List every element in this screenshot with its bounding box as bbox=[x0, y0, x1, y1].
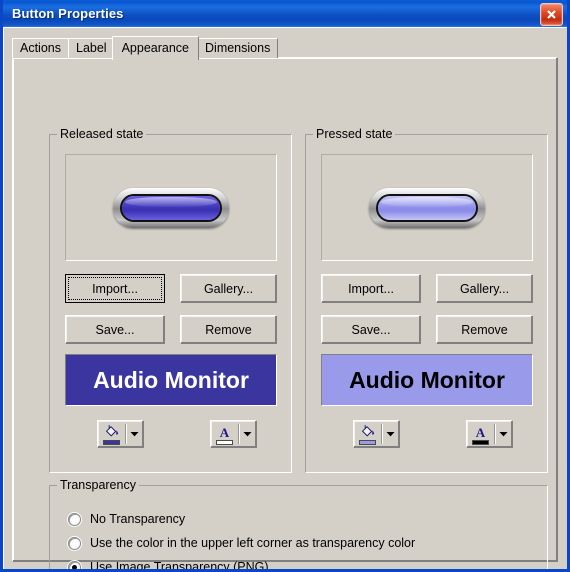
released-pill-inner bbox=[120, 193, 222, 222]
font-color-a-icon[interactable]: A bbox=[211, 421, 238, 447]
tab-actions[interactable]: Actions bbox=[12, 38, 69, 58]
paint-bucket-icon[interactable] bbox=[354, 421, 381, 447]
released-fill-swatch bbox=[103, 440, 120, 445]
released-save-label: Save... bbox=[95, 322, 135, 337]
pressed-sample-preview: Audio Monitor bbox=[321, 354, 533, 406]
pressed-text-swatch bbox=[472, 439, 489, 445]
pressed-gallery-button[interactable]: Gallery... bbox=[436, 274, 533, 303]
pressed-save-button[interactable]: Save... bbox=[321, 315, 421, 344]
radio-icon[interactable] bbox=[68, 536, 81, 550]
pressed-pill-gloss bbox=[380, 196, 474, 208]
group-transparency-title: Transparency bbox=[57, 478, 139, 492]
pressed-import-label: Import... bbox=[348, 281, 394, 296]
pressed-fill-swatch bbox=[359, 440, 376, 445]
tab-page-appearance: Released state Import... Gallery... Save… bbox=[12, 57, 558, 569]
chevron-down-icon[interactable] bbox=[239, 421, 256, 447]
tab-label[interactable]: Label bbox=[68, 38, 115, 58]
radio-no-transparency[interactable]: No Transparency bbox=[68, 512, 185, 526]
radio-icon[interactable] bbox=[68, 512, 81, 526]
button-properties-window: Button Properties Actions Label Appearan… bbox=[0, 0, 570, 572]
chevron-down-icon[interactable] bbox=[495, 421, 512, 447]
released-remove-label: Remove bbox=[205, 322, 252, 337]
pressed-import-button[interactable]: Import... bbox=[321, 274, 421, 303]
tab-appearance[interactable]: Appearance bbox=[111, 36, 200, 60]
released-fill-color-button[interactable] bbox=[97, 420, 144, 448]
title-bar[interactable]: Button Properties bbox=[3, 0, 567, 28]
released-import-button[interactable]: Import... bbox=[65, 274, 165, 303]
paint-bucket-icon[interactable] bbox=[98, 421, 125, 447]
pressed-fill-color-button[interactable] bbox=[353, 420, 400, 448]
released-pill-gloss bbox=[124, 196, 218, 208]
released-preview-box[interactable] bbox=[65, 154, 277, 261]
released-sample-preview: Audio Monitor bbox=[65, 354, 277, 406]
radio-upper-left-corner-color-label: Use the color in the upper left corner a… bbox=[90, 536, 416, 550]
radio-image-transparency-png-label: Use Image Transparency (PNG) bbox=[90, 560, 269, 572]
pressed-save-label: Save... bbox=[351, 322, 391, 337]
released-save-button[interactable]: Save... bbox=[65, 315, 165, 344]
released-sample-text: Audio Monitor bbox=[93, 366, 249, 393]
released-remove-button[interactable]: Remove bbox=[180, 315, 277, 344]
pressed-preview-box[interactable] bbox=[321, 154, 533, 261]
radio-no-transparency-label: No Transparency bbox=[90, 512, 186, 526]
chevron-down-icon[interactable] bbox=[126, 421, 143, 447]
svg-text:A: A bbox=[220, 425, 230, 439]
close-icon[interactable] bbox=[540, 3, 563, 26]
pressed-sample-text: Audio Monitor bbox=[349, 366, 505, 393]
tab-dimensions[interactable]: Dimensions bbox=[197, 38, 279, 58]
pressed-gallery-label: Gallery... bbox=[459, 281, 510, 296]
released-text-swatch bbox=[216, 439, 233, 445]
window-title: Button Properties bbox=[12, 6, 124, 21]
released-gallery-button[interactable]: Gallery... bbox=[180, 274, 277, 303]
pressed-remove-button[interactable]: Remove bbox=[436, 315, 533, 344]
pressed-remove-label: Remove bbox=[461, 322, 508, 337]
font-color-a-icon[interactable]: A bbox=[467, 421, 494, 447]
group-pressed-state: Pressed state Import... Gallery... Save.… bbox=[305, 127, 548, 473]
pressed-pill-inner bbox=[376, 193, 478, 222]
group-released-state: Released state Import... Gallery... Save… bbox=[49, 127, 292, 473]
tab-strip: Actions Label Appearance Dimensions bbox=[12, 36, 279, 60]
group-released-state-title: Released state bbox=[57, 127, 147, 141]
svg-text:A: A bbox=[476, 425, 486, 439]
group-transparency: Transparency No Transparency Use the col… bbox=[49, 478, 548, 572]
released-gallery-label: Gallery... bbox=[203, 281, 254, 296]
released-preview-image bbox=[113, 187, 229, 228]
radio-image-transparency-png[interactable]: Use Image Transparency (PNG) bbox=[68, 560, 269, 572]
radio-selected-dot bbox=[72, 564, 77, 569]
client-area: Actions Label Appearance Dimensions Rele… bbox=[3, 27, 567, 569]
radio-icon[interactable] bbox=[68, 560, 81, 569]
released-import-label: Import... bbox=[92, 281, 138, 296]
group-pressed-state-title: Pressed state bbox=[313, 127, 396, 141]
released-text-color-button[interactable]: A bbox=[210, 420, 257, 448]
chevron-down-icon[interactable] bbox=[382, 421, 399, 447]
pressed-preview-image bbox=[369, 187, 485, 228]
pressed-text-color-button[interactable]: A bbox=[466, 420, 513, 448]
radio-upper-left-corner-color[interactable]: Use the color in the upper left corner a… bbox=[68, 536, 415, 550]
